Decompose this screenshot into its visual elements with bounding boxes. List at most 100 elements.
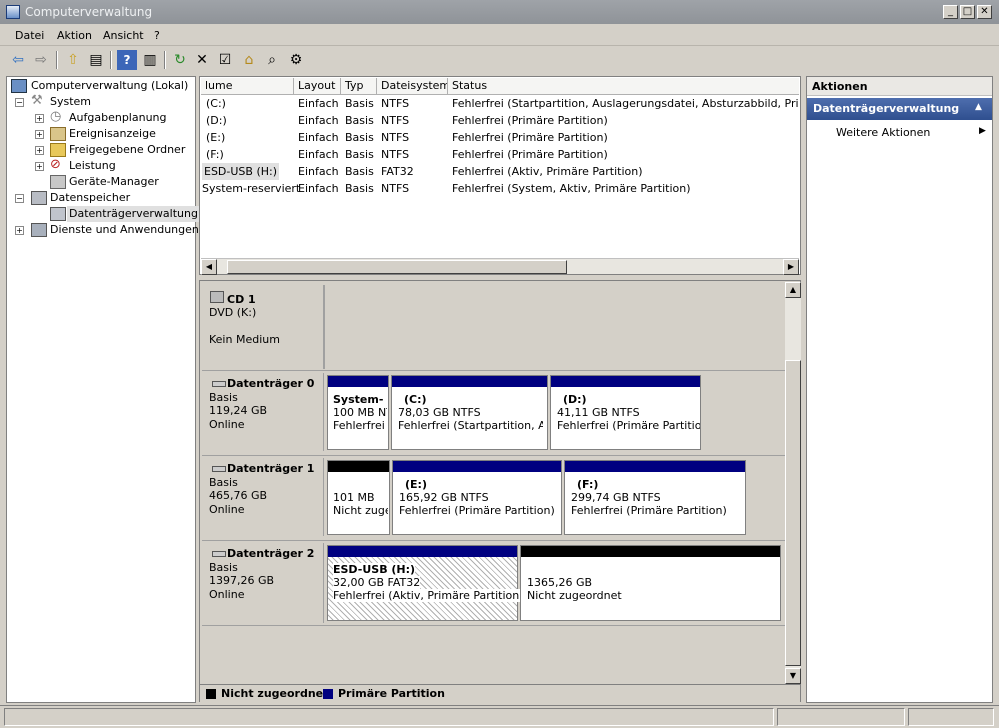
column-header-layout[interactable]: Layout bbox=[294, 78, 341, 95]
menu-datei[interactable]: Datei bbox=[15, 29, 44, 42]
volume-type: Basis bbox=[345, 165, 374, 178]
menu-help[interactable]: ? bbox=[154, 29, 160, 42]
tree-item-storage[interactable]: Datenspeicher bbox=[50, 190, 130, 206]
cd-drive-icon bbox=[210, 291, 224, 303]
action-more-actions[interactable]: Weitere Aktionen ▶ bbox=[807, 123, 992, 141]
table-row[interactable]: (F:) Einfach Basis NTFS Fehlerfrei (Prim… bbox=[201, 146, 799, 163]
collapse-system-icon[interactable]: − bbox=[15, 98, 24, 107]
expand-tasks-icon[interactable]: + bbox=[35, 114, 44, 123]
disk-info-disk2[interactable]: Datenträger 2 Basis 1397,26 GB Online bbox=[202, 543, 324, 623]
disk-info-disk1[interactable]: Datenträger 1 Basis 465,76 GB Online bbox=[202, 458, 324, 536]
back-icon[interactable]: ⇦ bbox=[8, 50, 28, 70]
tree-item-tasks[interactable]: Aufgabenplanung bbox=[69, 110, 167, 126]
unallocated-swatch bbox=[206, 689, 216, 699]
actions-section-diskmgmt[interactable]: Datenträgerverwaltung ▲ bbox=[807, 98, 992, 120]
partition-size: 101 MB bbox=[333, 491, 375, 504]
column-header-volume[interactable]: lume bbox=[201, 78, 294, 95]
partition-d[interactable]: (D:) 41,11 GB NTFS Fehlerfrei (Primäre P… bbox=[550, 375, 701, 450]
volume-layout: Einfach bbox=[298, 114, 339, 127]
tree-item-diskmgmt[interactable]: Datenträgerverwaltung bbox=[67, 206, 200, 222]
disk-info-cd[interactable]: CD 1 DVD (K:) Kein Medium bbox=[202, 285, 324, 369]
open-folder-icon[interactable]: ⌂ bbox=[239, 50, 259, 70]
volume-status: Fehlerfrei (Startpartition, Auslagerungs… bbox=[452, 97, 799, 110]
menu-ansicht[interactable]: Ansicht bbox=[103, 29, 144, 42]
partition-unallocated-small[interactable]: 101 MB Nicht zuge bbox=[327, 460, 390, 535]
more-actions-label: Weitere Aktionen bbox=[836, 126, 931, 139]
disk-management-icon bbox=[50, 207, 66, 221]
table-row[interactable]: (C:) Einfach Basis NTFS Fehlerfrei (Star… bbox=[201, 95, 799, 112]
table-row[interactable]: (D:) Einfach Basis NTFS Fehlerfrei (Prim… bbox=[201, 112, 799, 129]
delete-icon[interactable]: ✕ bbox=[192, 50, 212, 70]
column-header-filesystem[interactable]: Dateisystem bbox=[377, 78, 448, 95]
tree-item-services[interactable]: Dienste und Anwendungen bbox=[50, 222, 199, 238]
action-pane-icon[interactable]: ▥ bbox=[140, 50, 160, 70]
collapse-storage-icon[interactable]: − bbox=[15, 194, 24, 203]
scroll-thumb[interactable] bbox=[227, 260, 567, 274]
expand-events-icon[interactable]: + bbox=[35, 130, 44, 139]
partition-size: 78,03 GB NTFS bbox=[398, 406, 481, 419]
table-row[interactable]: System-reserviert Einfach Basis NTFS Feh… bbox=[201, 180, 799, 197]
menu-bar: Datei Aktion Ansicht ? bbox=[0, 24, 999, 46]
tree-item-events[interactable]: Ereignisanzeige bbox=[69, 126, 156, 142]
properties-icon[interactable]: ☑ bbox=[215, 50, 235, 70]
forward-icon[interactable]: ⇨ bbox=[31, 50, 51, 70]
expand-shares-icon[interactable]: + bbox=[35, 146, 44, 155]
show-hide-tree-icon[interactable]: ▤ bbox=[86, 50, 106, 70]
partition-unallocated-large[interactable]: 1365,26 GB Nicht zugeordnet bbox=[520, 545, 781, 621]
unallocated-bar bbox=[521, 546, 780, 557]
collapse-up-icon[interactable]: ▲ bbox=[975, 102, 982, 112]
table-row[interactable]: (E:) Einfach Basis NTFS Fehlerfrei (Prim… bbox=[201, 129, 799, 146]
scroll-down-icon[interactable]: ▼ bbox=[785, 668, 801, 684]
scroll-thumb[interactable] bbox=[785, 360, 801, 666]
partition-status: Fehlerfrei (Startpartition, Ausl bbox=[398, 419, 543, 432]
volume-filesystem: NTFS bbox=[381, 131, 410, 144]
window-title: Computerverwaltung bbox=[25, 5, 153, 19]
help-icon[interactable]: ? bbox=[117, 50, 137, 70]
menu-aktion[interactable]: Aktion bbox=[57, 29, 92, 42]
column-header-type[interactable]: Typ bbox=[341, 78, 377, 95]
tree-item-perf[interactable]: Leistung bbox=[69, 158, 116, 174]
volume-type: Basis bbox=[345, 97, 374, 110]
performance-icon: ⊘ bbox=[50, 157, 61, 172]
tree-item-system[interactable]: System bbox=[50, 94, 91, 110]
cd-type: DVD (K:) bbox=[209, 306, 257, 319]
actions-title: Aktionen bbox=[812, 80, 868, 93]
settings-icon[interactable]: ⚙ bbox=[286, 50, 306, 70]
minimize-button[interactable]: _ bbox=[943, 5, 958, 19]
tree-item-shares[interactable]: Freigegebene Ordner bbox=[69, 142, 185, 158]
refresh-icon[interactable]: ↻ bbox=[170, 50, 190, 70]
disk-graph-view: CD 1 DVD (K:) Kein Medium Datenträger 0 … bbox=[199, 280, 801, 702]
disk-info-disk0[interactable]: Datenträger 0 Basis 119,24 GB Online bbox=[202, 373, 324, 451]
tree-root[interactable]: Computerverwaltung (Lokal) bbox=[31, 78, 188, 94]
horizontal-scrollbar[interactable]: ◀ ▶ bbox=[201, 258, 799, 275]
partition-status: Fehlerfrei bbox=[333, 419, 385, 432]
partition-f[interactable]: (F:) 299,74 GB NTFS Fehlerfrei (Primäre … bbox=[564, 460, 746, 535]
partition-esd-usb[interactable]: ESD-USB (H:) 32,00 GB FAT32 Fehlerfrei (… bbox=[327, 545, 524, 621]
disk-separator bbox=[202, 540, 786, 541]
volume-list: lume Layout Typ Dateisystem Status (C:) … bbox=[199, 76, 801, 275]
partition-c[interactable]: (C:) 78,03 GB NTFS Fehlerfrei (Startpart… bbox=[391, 375, 548, 450]
close-button[interactable]: ✕ bbox=[977, 5, 992, 19]
up-folder-icon[interactable]: ⇧ bbox=[63, 50, 83, 70]
tree-item-devmgr[interactable]: Geräte-Manager bbox=[69, 174, 159, 190]
maximize-button[interactable]: □ bbox=[960, 5, 975, 19]
partition-system-reserved[interactable]: System- 100 MB NT Fehlerfrei bbox=[327, 375, 389, 450]
partition-name: System- bbox=[333, 393, 384, 406]
volume-filesystem: NTFS bbox=[381, 182, 410, 195]
expand-perf-icon[interactable]: + bbox=[35, 162, 44, 171]
volume-name: System-reserviert bbox=[202, 182, 301, 195]
disk1-state: Online bbox=[209, 503, 245, 516]
scroll-left-icon[interactable]: ◀ bbox=[201, 259, 217, 275]
scroll-right-icon[interactable]: ▶ bbox=[783, 259, 799, 275]
partition-e[interactable]: (E:) 165,92 GB NTFS Fehlerfrei (Primäre … bbox=[392, 460, 562, 535]
search-icon[interactable]: ⌕ bbox=[262, 50, 282, 70]
scroll-up-icon[interactable]: ▲ bbox=[785, 282, 801, 298]
volume-status: Fehlerfrei (System, Aktiv, Primäre Parti… bbox=[452, 182, 691, 195]
device-manager-icon bbox=[50, 175, 66, 189]
partition-status: Fehlerfrei (Aktiv, Primäre Partition) bbox=[333, 589, 524, 602]
disk2-type: Basis bbox=[209, 561, 238, 574]
vertical-scrollbar[interactable]: ▲ ▼ bbox=[785, 282, 801, 684]
expand-services-icon[interactable]: + bbox=[15, 226, 24, 235]
table-row[interactable]: ESD-USB (H:) Einfach Basis FAT32 Fehlerf… bbox=[201, 163, 799, 180]
column-header-status[interactable]: Status bbox=[448, 78, 799, 95]
